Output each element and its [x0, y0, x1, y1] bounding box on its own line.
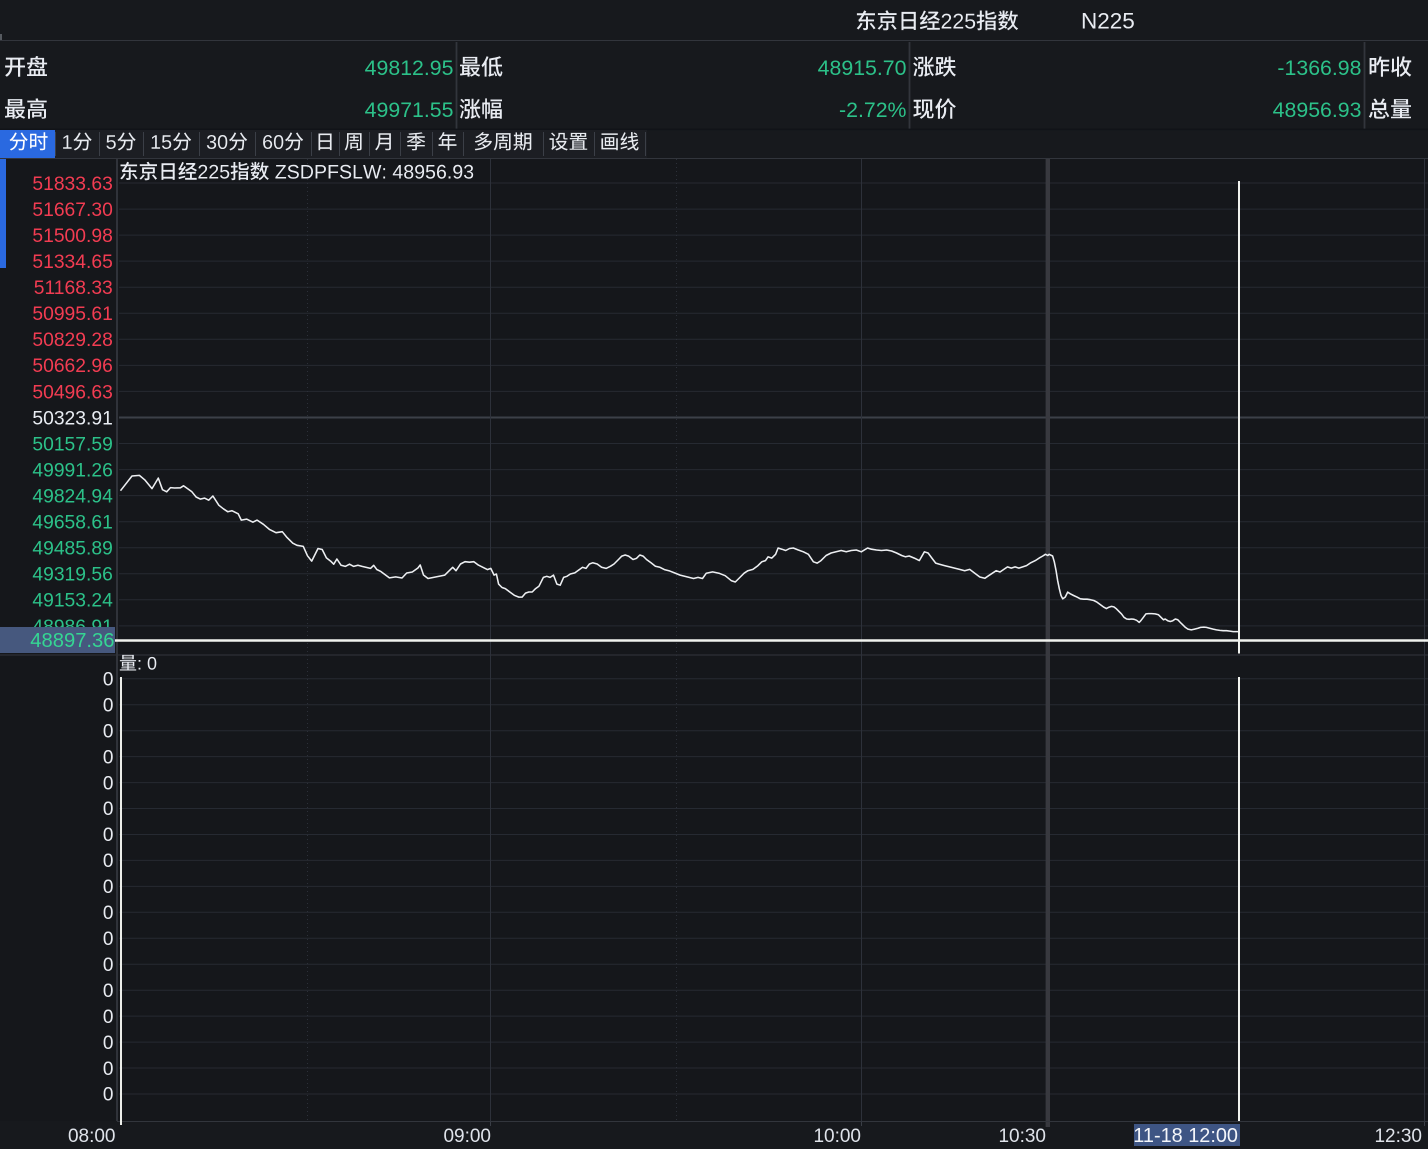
svg-text:49812.95: 49812.95	[365, 56, 454, 80]
svg-text:-1366.98: -1366.98	[1277, 56, 1361, 80]
svg-text:0: 0	[103, 1007, 114, 1028]
svg-text:51168.33: 51168.33	[34, 278, 113, 299]
svg-text:48897.36: 48897.36	[30, 630, 114, 652]
svg-text:49971.55: 49971.55	[365, 98, 454, 122]
svg-text:0: 0	[103, 696, 114, 717]
svg-text:N225: N225	[1081, 9, 1135, 34]
svg-text:0: 0	[103, 877, 114, 898]
svg-text:51833.63: 51833.63	[32, 174, 112, 195]
svg-text:50662.96: 50662.96	[32, 356, 112, 377]
svg-text:0: 0	[103, 851, 114, 872]
svg-text:10:30: 10:30	[998, 1126, 1046, 1147]
svg-text:0: 0	[103, 1033, 114, 1054]
svg-text:0: 0	[103, 773, 114, 794]
svg-text:10:00: 10:00	[813, 1126, 861, 1147]
svg-text:48915.70: 48915.70	[818, 56, 907, 80]
svg-text:51667.30: 51667.30	[32, 200, 112, 221]
svg-text:12:30: 12:30	[1374, 1126, 1422, 1147]
svg-text:49991.26: 49991.26	[32, 460, 112, 481]
svg-text:0: 0	[103, 1085, 114, 1106]
svg-text:0: 0	[103, 747, 114, 768]
svg-text:50323.91: 50323.91	[32, 408, 112, 429]
svg-text:0: 0	[103, 670, 114, 691]
svg-text:49658.61: 49658.61	[32, 513, 112, 534]
svg-text:08:00: 08:00	[68, 1126, 116, 1147]
svg-text:49824.94: 49824.94	[32, 487, 113, 508]
svg-text:49485.89: 49485.89	[32, 539, 112, 560]
svg-text:0: 0	[103, 955, 114, 976]
svg-text:11-18 12:00: 11-18 12:00	[1133, 1125, 1238, 1147]
svg-text:49319.56: 49319.56	[32, 565, 112, 586]
svg-text:51500.98: 51500.98	[32, 226, 112, 247]
svg-text:48956.93: 48956.93	[1273, 98, 1362, 122]
svg-text:49153.24: 49153.24	[32, 591, 113, 612]
svg-text:50829.28: 50829.28	[32, 330, 112, 351]
svg-text:0: 0	[103, 799, 114, 820]
svg-text:0: 0	[103, 981, 114, 1002]
svg-text:51334.65: 51334.65	[32, 252, 112, 273]
svg-text:0: 0	[103, 825, 114, 846]
svg-text:-2.72%: -2.72%	[839, 98, 907, 122]
svg-text:0: 0	[103, 929, 114, 950]
svg-text:0: 0	[103, 903, 114, 924]
svg-text:50496.63: 50496.63	[32, 382, 112, 403]
svg-text:0: 0	[103, 721, 114, 742]
svg-text:50995.61: 50995.61	[32, 304, 112, 325]
svg-text:0: 0	[103, 1059, 114, 1080]
svg-text:50157.59: 50157.59	[32, 434, 112, 455]
svg-text:09:00: 09:00	[443, 1126, 491, 1147]
